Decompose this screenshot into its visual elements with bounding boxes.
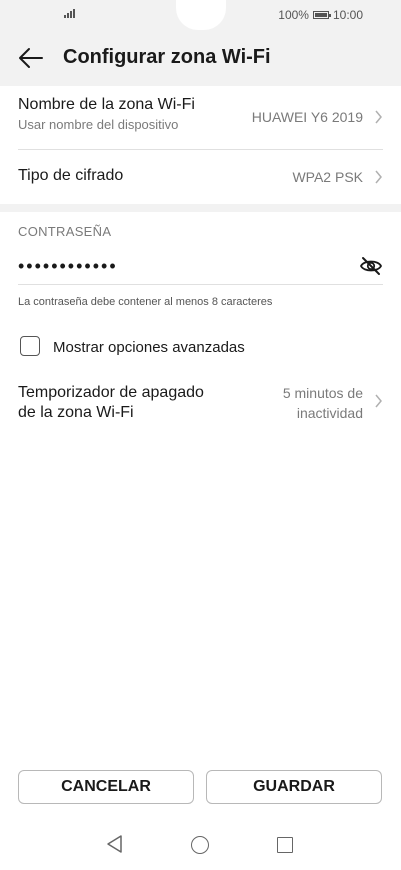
section-divider [0, 204, 401, 212]
encryption-row[interactable]: Tipo de cifrado WPA2 PSK [18, 167, 383, 189]
advanced-options-label: Mostrar opciones avanzadas [53, 339, 245, 356]
encryption-value: WPA2 PSK [292, 169, 363, 185]
battery-icon [312, 11, 331, 19]
circle-home-icon[interactable] [191, 836, 209, 854]
password-section-title: CONTRASEÑA [18, 224, 112, 239]
chevron-right-icon [375, 170, 382, 184]
page-title: Configurar zona Wi-Fi [63, 46, 271, 68]
eye-slash-icon[interactable] [359, 256, 383, 276]
triangle-back-icon[interactable] [105, 834, 123, 854]
arrow-left-icon[interactable] [18, 46, 44, 70]
save-button[interactable]: GUARDAR [206, 770, 382, 804]
timer-value-line2: inactividad [296, 405, 363, 421]
signal-icon [64, 9, 75, 18]
app-bar: Configurar zona Wi-Fi [0, 30, 401, 86]
password-input[interactable]: •••••••••••• [18, 256, 118, 277]
status-indicators: 100% 10:00 [278, 8, 363, 22]
timer-row[interactable]: Temporizador de apagado de la zona Wi-Fi… [18, 383, 383, 423]
divider [18, 149, 383, 150]
status-bar: 100% 10:00 [0, 0, 401, 30]
hotspot-name-value: HUAWEI Y6 2019 [251, 109, 363, 125]
chevron-right-icon [375, 110, 382, 124]
hotspot-name-row[interactable]: Nombre de la zona Wi-Fi Usar nombre del … [18, 96, 383, 142]
timer-value-line1: 5 minutos de [282, 385, 363, 401]
password-hint: La contraseña debe contener al menos 8 c… [18, 296, 273, 308]
square-recents-icon[interactable] [277, 837, 293, 853]
chevron-right-icon [375, 394, 382, 408]
camera-notch [176, 0, 226, 30]
password-underline [18, 284, 383, 285]
status-time: 10:00 [332, 8, 363, 22]
battery-percentage: 100% [278, 8, 309, 22]
navigation-bar [0, 822, 401, 870]
advanced-options-checkbox[interactable] [20, 336, 40, 356]
cancel-button[interactable]: CANCELAR [18, 770, 194, 804]
timer-value: 5 minutos de inactividad [283, 383, 363, 423]
